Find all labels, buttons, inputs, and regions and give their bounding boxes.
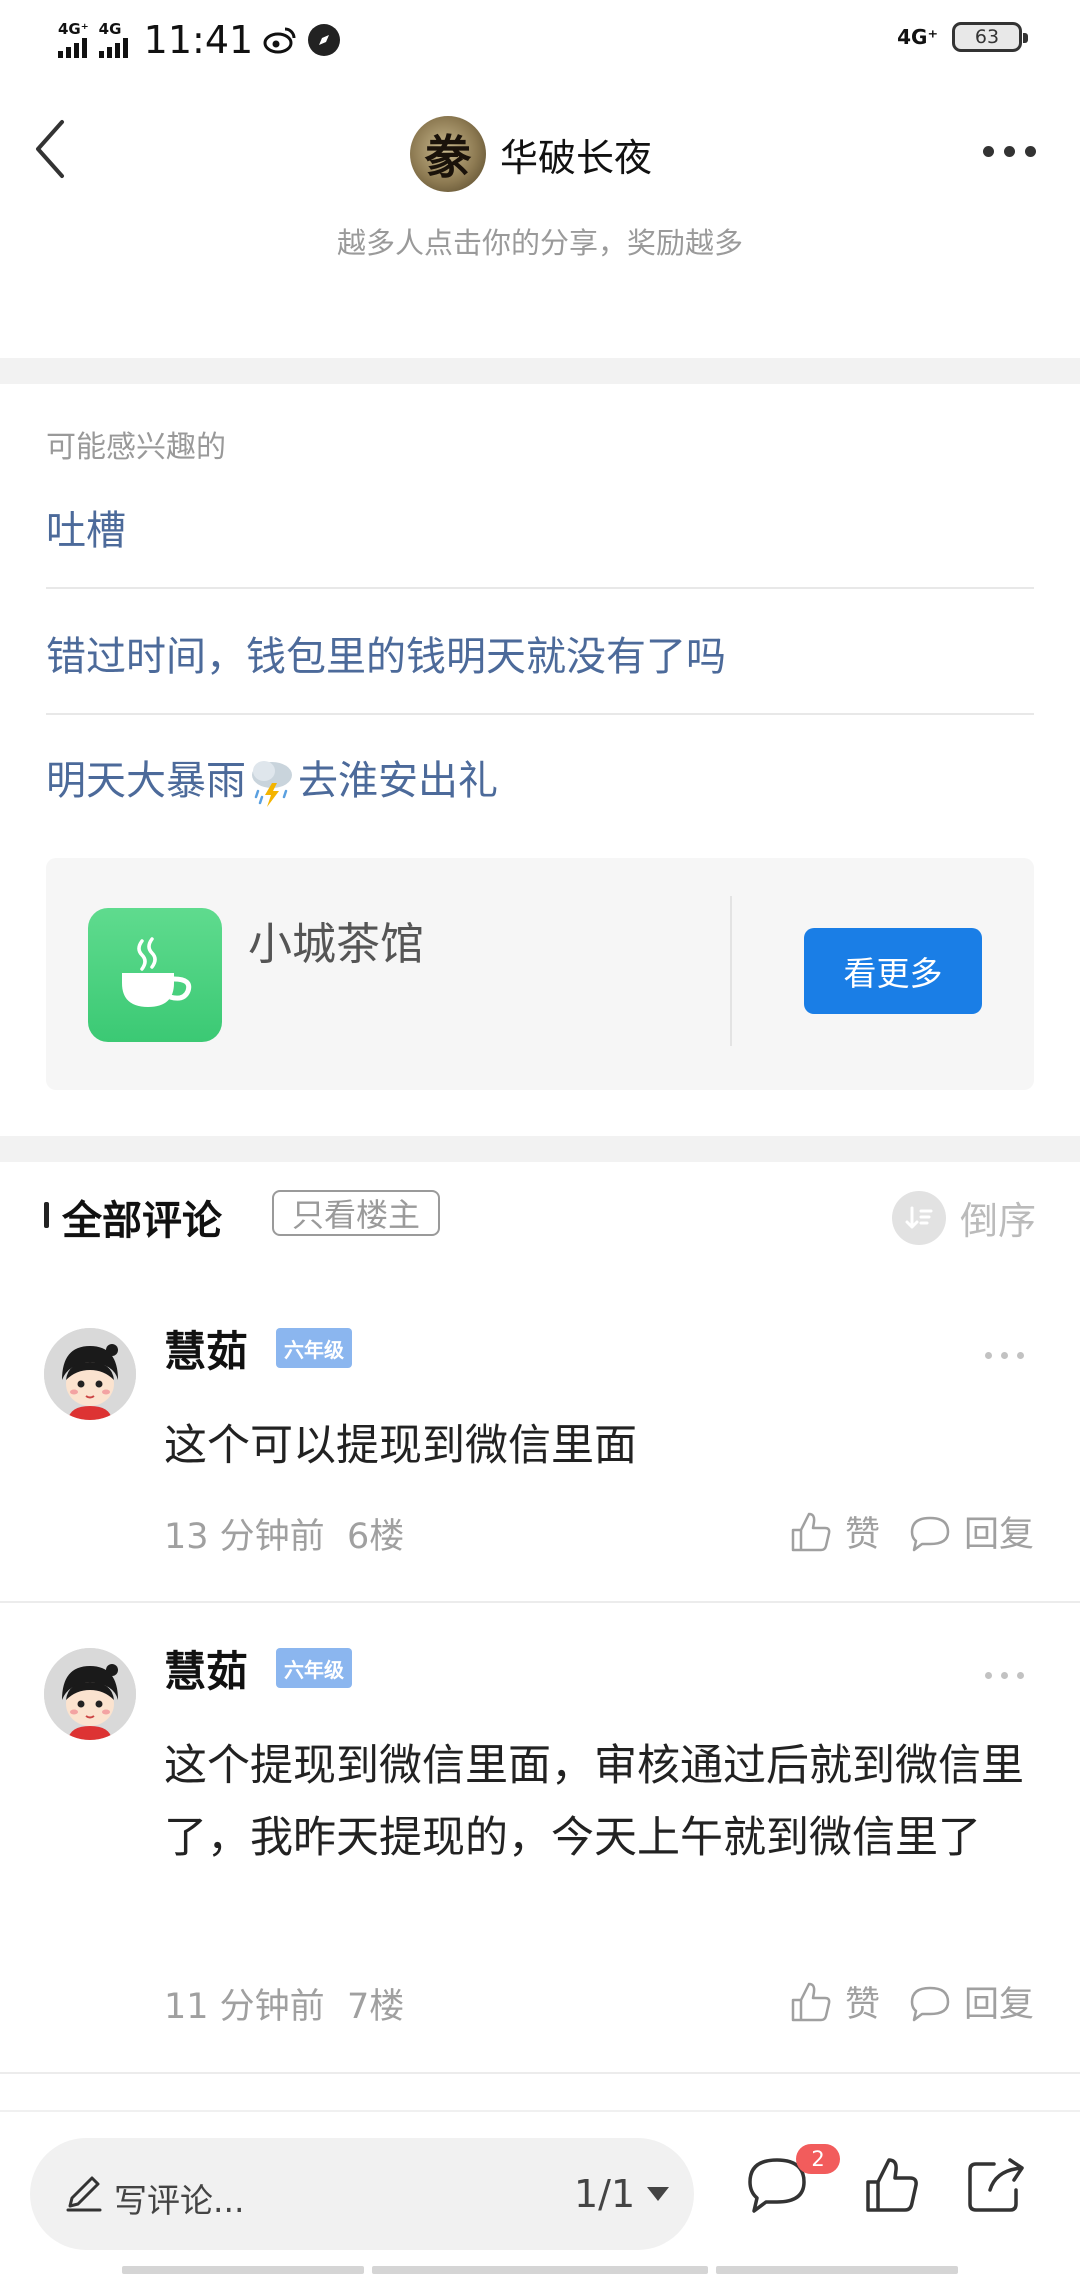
interest-item-text: 去淮安出礼 [298,758,498,804]
card-separator [730,896,732,1046]
like-label: 赞 [844,1985,880,2025]
like-button[interactable]: 赞 [789,1976,880,2027]
comment-actions: 赞 回复 [789,1506,1034,1557]
comment-meta: 13 分钟前 6楼 [164,1508,404,1559]
section-marker [44,1202,49,1228]
level-badge: 六年级 [276,1328,352,1368]
interest-item[interactable]: 明天大暴雨 去淮安出礼 [46,748,1034,809]
comment-item: 慧茹 六年级 这个提现到微信里面，审核通过后就到微信里了，我昨天提现的，今天上午… [0,1620,1080,2070]
status-bar: 4G⁺ 4G 11:41 4G⁺ 63 [0,0,1080,84]
status-right: 4G⁺ 63 [897,22,1028,52]
top-nav: 豢 华破长夜 [0,90,1080,220]
thumbs-up-icon [791,1512,831,1551]
nav-hint-bar [122,2266,364,2274]
network-type-2: 4G [98,20,122,38]
more-options-icon[interactable] [983,146,1036,157]
signal-bars-icon [58,36,87,58]
section-divider [0,358,1080,384]
username[interactable]: 慧茹 [164,1318,248,1379]
comment-placeholder: 写评论... [114,2181,245,2220]
community-name: 小城茶馆 [248,919,424,970]
caret-down-icon [647,2187,670,2201]
comments-header: 全部评论 只看楼主 倒序 [0,1162,1080,1262]
page-selector[interactable]: 1/1 [574,2172,671,2216]
sort-label: 倒序 [959,1199,1036,1243]
comment-separator [0,2072,1080,2074]
compass-icon [308,24,341,56]
comment-actions: 赞 回复 [789,1976,1034,2027]
thunderstorm-emoji-icon [252,761,292,807]
author-title[interactable]: 豢 华破长夜 [410,116,652,192]
reply-bubble-icon [910,1516,950,1551]
signal-2: 4G [98,20,128,58]
comment-meta: 11 分钟前 7楼 [164,1978,404,2029]
comment-time: 11 分钟前 [164,1987,325,2027]
reply-label: 回复 [963,1515,1034,1555]
thumbs-up-icon [791,1982,831,2021]
nav-hint-bar [716,2266,958,2274]
comment-item: 慧茹 六年级 这个可以提现到微信里面 13 分钟前 6楼 赞 回复 [0,1300,1080,1600]
op-only-filter-button[interactable]: 只看楼主 [272,1190,441,1236]
nav-hint-bar [372,2266,708,2274]
back-arrow-icon[interactable] [30,118,70,180]
divider [46,587,1034,589]
share-hint: 越多人点击你的分享，奖励越多 [336,226,743,260]
section-divider [0,1136,1080,1162]
level-badge: 六年级 [276,1648,352,1688]
interest-item[interactable]: 吐槽 [46,498,1034,556]
network-type-1: 4G⁺ [58,20,89,38]
interest-item[interactable]: 错过时间，钱包里的钱明天就没有了吗 [46,624,1034,682]
bottom-bar: 写评论... 1/1 2 [0,2110,1080,2280]
comment-text: 这个提现到微信里面，审核通过后就到微信里了，我昨天提现的，今天上午就到微信里了 [164,1741,1024,1863]
comment-more-icon[interactable] [985,1352,1024,1359]
reply-button[interactable]: 回复 [908,1506,1034,1557]
avatar-glyph: 豢 [425,130,471,184]
username[interactable]: 慧茹 [164,1638,248,1699]
user-avatar[interactable] [44,1648,136,1740]
comment-text: 这个可以提现到微信里面 [164,1421,637,1471]
see-more-button[interactable]: 看更多 [804,928,982,1014]
signal-bars-icon [98,36,128,58]
comment-input[interactable]: 写评论... 1/1 [30,2138,694,2250]
comment-separator [0,1601,1080,1603]
thumbs-up-icon[interactable] [864,2156,920,2214]
signal-1: 4G⁺ [58,22,89,58]
author-avatar[interactable]: 豢 [410,116,486,192]
pencil-icon [66,2176,102,2212]
battery-icon: 63 [952,22,1028,52]
comments-title: 全部评论 [62,1198,222,1244]
sort-icon [891,1190,946,1245]
author-name[interactable]: 华破长夜 [500,127,652,182]
interest-item-text: 明天大暴雨 [46,758,246,804]
sort-toggle[interactable]: 倒序 [891,1190,1036,1245]
network-type-right: 4G⁺ [897,25,938,49]
community-card[interactable]: 小城茶馆 看更多 [46,858,1034,1090]
weibo-icon [263,27,296,54]
share-icon[interactable] [966,2156,1028,2214]
status-left: 4G⁺ 4G 11:41 [58,18,341,62]
battery-level: 63 [974,26,1000,48]
reply-label: 回复 [963,1985,1034,2025]
page-indicator: 1/1 [574,2172,636,2216]
reply-bubble-icon [910,1986,950,2021]
user-avatar[interactable] [44,1328,136,1420]
comment-count-badge: 2 [796,2144,840,2174]
like-button[interactable]: 赞 [789,1506,880,1557]
teacup-icon [88,908,222,1042]
comment-more-icon[interactable] [985,1672,1024,1679]
divider [46,713,1034,715]
reply-button[interactable]: 回复 [908,1976,1034,2027]
clock: 11:41 [143,18,254,62]
comment-floor: 6楼 [346,1517,405,1557]
like-label: 赞 [844,1515,880,1555]
interest-label: 可能感兴趣的 [46,430,226,465]
comment-floor: 7楼 [346,1987,405,2027]
comment-time: 13 分钟前 [164,1517,325,1557]
